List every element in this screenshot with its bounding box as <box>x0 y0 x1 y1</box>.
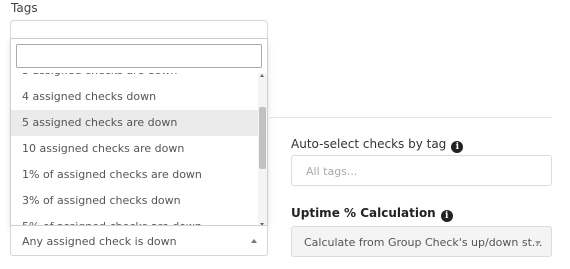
dropdown-option[interactable]: 3 assigned checks are down <box>11 73 260 84</box>
scroll-up-arrow-icon[interactable] <box>260 74 264 77</box>
dropdown-option[interactable]: 4 assigned checks down <box>11 84 260 110</box>
auto-select-label: Auto-select checks by tag i <box>291 137 464 153</box>
auto-select-placeholder: All tags... <box>306 165 358 178</box>
dropdown-option[interactable]: 1% of assigned checks are down <box>11 162 260 188</box>
alert-condition-select[interactable]: Any assigned check is down <box>10 226 268 256</box>
dropdown-option[interactable]: 10 assigned checks are down <box>11 136 260 162</box>
info-icon[interactable]: i <box>451 141 464 153</box>
scrollbar-thumb[interactable] <box>259 107 266 169</box>
uptime-label: Uptime % Calculation i <box>291 206 453 222</box>
alert-condition-value: Any assigned check is down <box>22 235 177 248</box>
uptime-calculation-select[interactable]: Calculate from Group Check's up/down st.… <box>291 226 552 257</box>
dropdown-option[interactable]: 3% of assigned checks down <box>11 188 260 214</box>
chevron-up-icon <box>251 239 257 243</box>
section-divider <box>270 117 552 118</box>
chevron-down-icon <box>535 241 541 245</box>
dropdown-option-list: 3 assigned checks are down 4 assigned ch… <box>11 73 260 225</box>
tags-dropdown[interactable]: 3 assigned checks are down 4 assigned ch… <box>10 38 268 226</box>
dropdown-scrollbar[interactable] <box>258 73 267 225</box>
auto-select-tags-input[interactable]: All tags... <box>291 155 552 186</box>
auto-select-label-text: Auto-select checks by tag <box>291 137 447 151</box>
tags-label: Tags <box>11 1 38 15</box>
uptime-calculation-value: Calculate from Group Check's up/down st.… <box>304 236 543 249</box>
dropdown-search-input[interactable] <box>16 44 262 68</box>
uptime-label-text: Uptime % Calculation <box>291 206 436 220</box>
dropdown-option-highlighted[interactable]: 5 assigned checks are down <box>11 110 260 136</box>
dropdown-option[interactable]: 5% of assigned checks are down <box>11 214 260 225</box>
info-icon[interactable]: i <box>440 210 453 222</box>
